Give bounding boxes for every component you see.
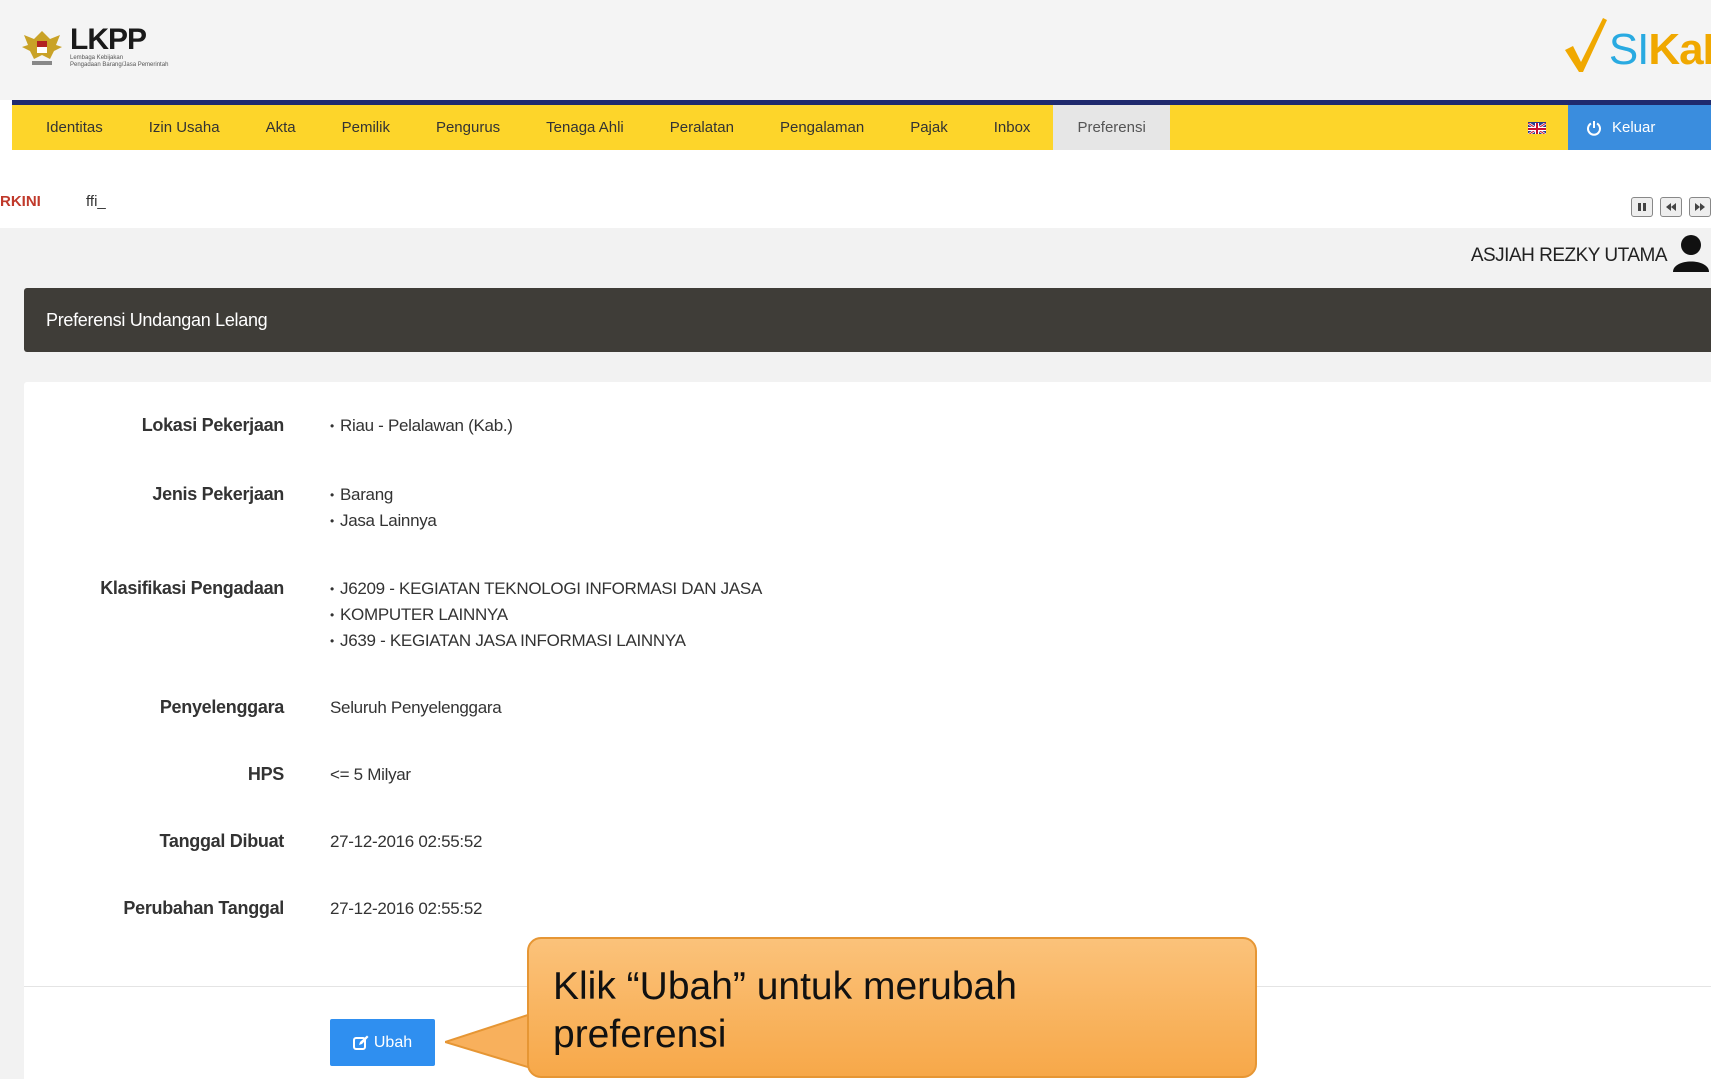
main-navbar: Identitas Izin Usaha Akta Pemilik Pengur… bbox=[12, 100, 1711, 150]
value-penyelenggara: Seluruh Penyelenggara bbox=[330, 698, 502, 717]
nav-item-pajak[interactable]: Pajak bbox=[887, 105, 971, 150]
instruction-callout: Klik “Ubah” untuk merubah preferensi bbox=[527, 937, 1257, 1078]
user-icon[interactable] bbox=[1671, 232, 1711, 272]
forward-icon bbox=[1695, 203, 1705, 211]
list-item: Riau - Pelalawan (Kab.) bbox=[330, 413, 513, 439]
panel-title: Preferensi Undangan Lelang bbox=[46, 310, 268, 330]
nav-item-pengurus[interactable]: Pengurus bbox=[413, 105, 523, 150]
lkpp-logo[interactable]: LKPP Lembaga Kebijakan Pengadaan Barang/… bbox=[20, 22, 200, 72]
logout-label: Keluar bbox=[1612, 119, 1656, 136]
nav-item-izin-usaha[interactable]: Izin Usaha bbox=[126, 105, 243, 150]
list-item: J6209 - KEGIATAN TEKNOLOGI INFORMASI DAN… bbox=[330, 576, 762, 602]
nav-item-inbox[interactable]: Inbox bbox=[971, 105, 1054, 150]
lkpp-subtitle-1: Lembaga Kebijakan bbox=[70, 55, 124, 61]
ticker-text: ffi_ bbox=[86, 193, 106, 210]
callout-line-1: Klik “Ubah” untuk merubah bbox=[553, 965, 1017, 1008]
rewind-icon bbox=[1666, 203, 1676, 211]
callout-text: Klik “Ubah” untuk merubah preferensi bbox=[553, 963, 1017, 1059]
ticker-next-button[interactable] bbox=[1689, 197, 1711, 217]
callout-pointer bbox=[445, 1012, 531, 1070]
pause-icon bbox=[1638, 203, 1646, 211]
nav-item-preferensi[interactable]: Preferensi bbox=[1053, 105, 1170, 150]
label-lokasi-pekerjaan: Lokasi Pekerjaan bbox=[141, 415, 285, 435]
checkmark-icon bbox=[1564, 18, 1607, 72]
nav-item-akta[interactable]: Akta bbox=[243, 105, 319, 150]
value-lokasi-pekerjaan: Riau - Pelalawan (Kab.) bbox=[330, 413, 513, 439]
panel-header: Preferensi Undangan Lelang bbox=[24, 288, 1711, 352]
lkpp-subtitle-2: Pengadaan Barang/Jasa Pemerintah bbox=[70, 62, 169, 68]
nav-item-identitas[interactable]: Identitas bbox=[12, 105, 126, 150]
sikap-logo[interactable]: SIKaP bbox=[1563, 14, 1711, 74]
sikap-brand: SIKaP bbox=[1608, 25, 1711, 74]
edit-icon bbox=[352, 1035, 369, 1050]
ubah-button[interactable]: Ubah bbox=[330, 1019, 435, 1066]
value-perubahan-tanggal: 27-12-2016 02:55:52 bbox=[330, 899, 483, 918]
ticker-pause-button[interactable] bbox=[1631, 197, 1653, 217]
label-klasifikasi-pengadaan: Klasifikasi Pengadaan bbox=[100, 578, 284, 598]
label-perubahan-tanggal: Perubahan Tanggal bbox=[123, 898, 284, 918]
ticker-prev-button[interactable] bbox=[1660, 197, 1682, 217]
value-jenis-pekerjaan: Barang Jasa Lainnya bbox=[330, 482, 437, 534]
list-item: Jasa Lainnya bbox=[330, 508, 437, 534]
callout-line-2: preferensi bbox=[553, 1013, 727, 1056]
value-tanggal-dibuat: 27-12-2016 02:55:52 bbox=[330, 832, 483, 851]
value-hps: <= 5 Milyar bbox=[330, 765, 411, 784]
garuda-emblem-icon bbox=[22, 31, 62, 65]
uk-flag-icon[interactable] bbox=[1528, 121, 1546, 134]
list-item-continuation: KOMPUTER LAINNYA bbox=[330, 602, 762, 628]
ubah-label: Ubah bbox=[373, 1033, 413, 1051]
nav-item-peralatan[interactable]: Peralatan bbox=[647, 105, 757, 150]
uk-flag-graphic bbox=[1528, 121, 1546, 134]
power-icon bbox=[1587, 120, 1601, 136]
nav-item-tenaga-ahli[interactable]: Tenaga Ahli bbox=[523, 105, 647, 150]
nav-item-pemilik[interactable]: Pemilik bbox=[319, 105, 413, 150]
logout-button[interactable]: Keluar bbox=[1568, 105, 1711, 150]
user-name: ASJIAH REZKY UTAMA bbox=[1470, 245, 1668, 266]
nav-item-pengalaman[interactable]: Pengalaman bbox=[757, 105, 887, 150]
lkpp-brand: LKPP bbox=[70, 23, 147, 56]
list-item: J639 - KEGIATAN JASA INFORMASI LAINNYA bbox=[330, 628, 762, 654]
label-hps: HPS bbox=[247, 764, 284, 784]
ticker-controls bbox=[1631, 197, 1711, 217]
label-penyelenggara: Penyelenggara bbox=[159, 697, 284, 717]
app-header: LKPP Lembaga Kebijakan Pengadaan Barang/… bbox=[0, 0, 1711, 100]
value-klasifikasi-pengadaan: J6209 - KEGIATAN TEKNOLOGI INFORMASI DAN… bbox=[330, 576, 762, 654]
list-item: Barang bbox=[330, 482, 437, 508]
label-tanggal-dibuat: Tanggal Dibuat bbox=[159, 831, 285, 851]
ticker-label: RKINI bbox=[0, 193, 41, 210]
label-jenis-pekerjaan: Jenis Pekerjaan bbox=[152, 484, 284, 504]
